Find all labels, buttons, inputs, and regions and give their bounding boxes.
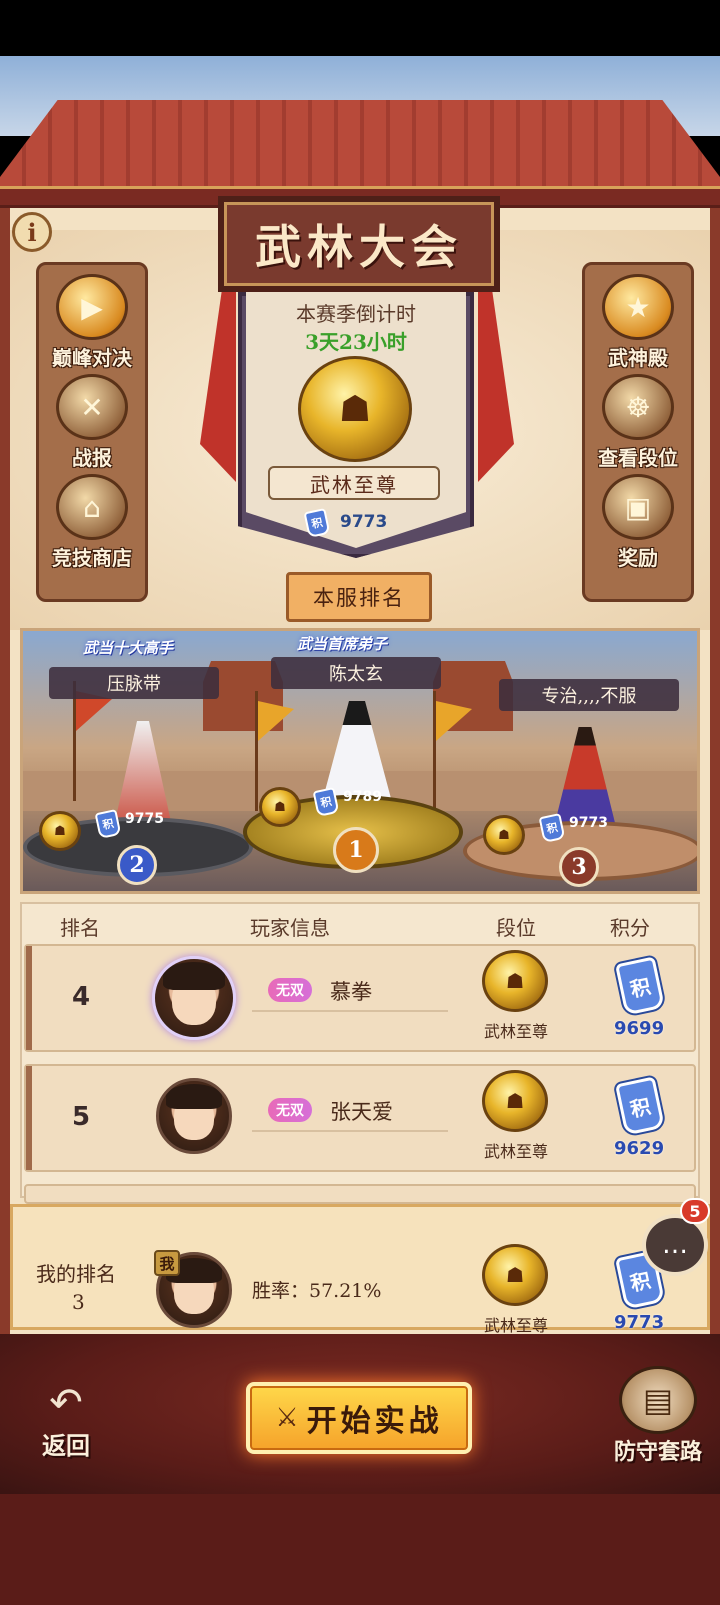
peak-battle-button[interactable]: ▶ 巅峰对决 [26,274,158,374]
flag [258,701,294,741]
column-header-rank: 排名 [60,916,100,940]
shop-icon: ⌂ [56,474,128,540]
row-accent [26,946,32,1050]
hall-icon: ★ [602,274,674,340]
crossed-swords-icon: ⚔ [275,1403,299,1433]
podium-scene: 武当十大高手 压脉带 积 9775 2 武当首席弟子 陈太玄 积 9789 1 … [20,628,700,894]
view-tier-label: 查看段位 [598,446,678,470]
second-score: 9775 [125,811,164,827]
battle-report-icon: ✕ [56,374,128,440]
rewards-button[interactable]: ▣ 奖励 [572,474,704,574]
win-rate: 胜率：57.21% [252,1280,382,1302]
rewards-label: 奖励 [618,546,658,570]
row-accent [26,1066,32,1170]
chest-icon: ▣ [602,474,674,540]
player-name: 张天爱 [330,1100,393,1124]
row-score: 9629 [614,1138,665,1159]
chat-bubble-icon: … [662,1230,688,1260]
third-score: 9773 [569,815,608,831]
back-button[interactable]: ↶ 返回 [24,1380,108,1460]
battle-report-button[interactable]: ✕ 战报 [26,374,158,474]
arena-shop-label: 竞技商店 [52,546,132,570]
season-score: 9773 [340,512,388,532]
tier-emblem-icon [482,950,548,1012]
flag-pole [255,691,258,811]
my-score: 9773 [614,1312,665,1333]
wushuang-badge: 无双 [268,1098,312,1122]
second-title: 武当十大高手 [83,639,174,657]
row-rank: 4 [72,982,91,1012]
war-god-hall-label: 武神殿 [608,346,668,370]
first-title: 武当首席弟子 [297,635,388,653]
second-name: 压脉带 [49,667,219,699]
row-score: 9699 [614,1018,665,1039]
war-god-hall-button[interactable]: ★ 武神殿 [572,274,704,374]
status-bar [0,0,720,56]
defense-routine-label: 防守套路 [613,1439,702,1465]
tier-name: 武林至尊 [484,1142,549,1161]
rank-2-medal: 2 [117,845,157,885]
player-name: 慕拳 [330,980,372,1004]
third-tier-icon [483,815,525,855]
flag-pole [73,681,76,801]
column-header-tier: 段位 [496,916,536,940]
back-label: 返回 [42,1431,90,1460]
season-countdown-value: 3天23小时 [305,330,407,354]
my-rank-label: 我的排名 [36,1262,116,1286]
table-row[interactable] [24,1184,696,1204]
first-score: 9789 [343,789,382,805]
column-header-score: 积分 [610,916,650,940]
column-header-player: 玩家信息 [250,916,330,940]
avatar[interactable] [152,956,236,1040]
defense-routine-button[interactable]: ▤ 防守套路 [600,1366,716,1466]
tier-emblem-icon [482,1070,548,1132]
rank-3-medal: 3 [559,847,599,887]
tier-name: 武林至尊 [268,466,440,500]
peak-battle-label: 巅峰对决 [52,346,132,370]
season-countdown-label: 本赛季倒计时 [296,302,416,326]
tier-emblem-icon [298,356,412,462]
server-rank-button[interactable]: 本服排名 [286,572,432,622]
divider [252,1010,448,1012]
info-icon[interactable]: i [12,212,52,252]
bottom-band [0,1494,720,1605]
back-arrow-icon: ↶ [49,1380,83,1426]
my-rank-value: 3 [72,1290,85,1314]
second-tier-icon [39,811,81,851]
rank-1-medal: 1 [333,827,379,873]
wushuang-badge: 无双 [268,978,312,1002]
battle-report-label: 战报 [72,446,112,470]
third-name: 专治,,,,不服 [499,679,679,711]
first-tier-icon [259,787,301,827]
flag-pole [433,691,436,811]
avatar[interactable] [156,1078,232,1154]
tier-name: 武林至尊 [484,1316,549,1335]
start-battle-button[interactable]: ⚔ 开始实战 [246,1382,472,1454]
play-icon: ▶ [56,274,128,340]
tier-emblem-icon [482,1244,548,1306]
page-title: 武林大会 [255,220,463,274]
view-tier-button[interactable]: ☸ 查看段位 [572,374,704,474]
title-plaque: 武林大会 [218,196,500,292]
start-battle-label: 开始实战 [306,1404,443,1439]
tier-name: 武林至尊 [484,1022,549,1041]
me-badge: 我 [154,1250,180,1276]
arena-shop-button[interactable]: ⌂ 竞技商店 [26,474,158,574]
dragon-icon: ☸ [602,374,674,440]
chat-unread-count: 5 [680,1198,710,1224]
divider [252,1130,448,1132]
book-icon: ▤ [619,1366,697,1434]
row-rank: 5 [72,1102,91,1132]
first-name: 陈太玄 [271,657,441,689]
